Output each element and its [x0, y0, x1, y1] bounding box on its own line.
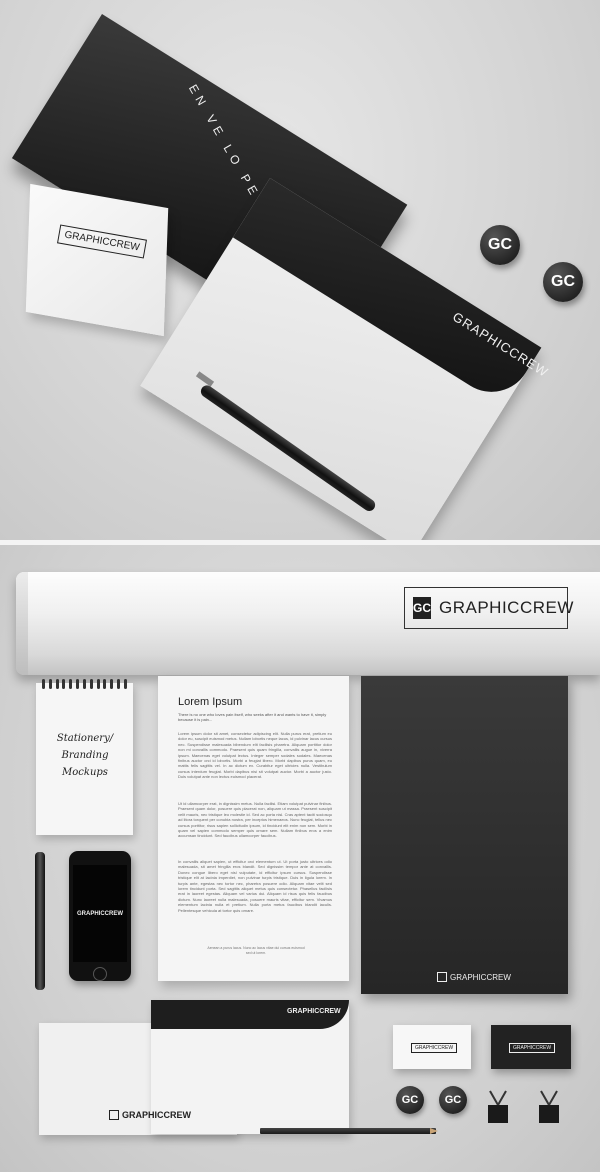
letter-paragraph: In convallis aliquet sapien, ut efficitu…: [178, 859, 332, 913]
phone-home-button: [93, 967, 107, 981]
presentation-folder: [361, 676, 568, 994]
pen: [35, 852, 45, 990]
gc-logo-mark: GC: [413, 597, 431, 619]
badge-pin: GC: [543, 262, 583, 302]
badge-pin: GC: [480, 225, 520, 265]
binder-clip: [488, 1090, 508, 1123]
tube-logo: GC GRAPHICCREW: [404, 587, 573, 629]
letter-paragraph: Lorem ipsum dolor sit amet, consectetur …: [178, 731, 332, 780]
badge-mark: GC: [401, 1094, 419, 1106]
letter-paragraph: Ut id ullamcorper erat, in dignissim met…: [178, 801, 332, 839]
letterhead-brand-text: GRAPHICCREW: [122, 1110, 191, 1120]
folder-brand-text: GRAPHICCREW: [450, 972, 511, 982]
gc-logo-mark: [437, 972, 447, 982]
letterhead-logo: GRAPHICCREW: [109, 1110, 191, 1120]
card-white-logo: GRAPHICCREW: [411, 1043, 458, 1053]
envelope-flap-brand: GRAPHICCREW: [287, 1008, 341, 1015]
folder-logo: GRAPHICCREW: [437, 972, 511, 982]
pencil: [260, 1128, 436, 1134]
top-mockup-scene: EN VE LO PE GRAPHICCREW GRAPHICCREW GC G…: [0, 0, 600, 540]
binder-clip: [539, 1090, 559, 1123]
letter-title: Lorem Ipsum: [178, 696, 243, 708]
letter-footer: Aenean a purus lacus. Nunc ac lacus vita…: [207, 946, 305, 955]
gc-logo-mark: [109, 1110, 119, 1120]
card-black-logo: GRAPHICCREW: [509, 1043, 556, 1053]
bottom-mockup-scene: GC GRAPHICCREW Stationery/ Branding Mock…: [0, 545, 600, 1172]
notepad-spiral: [42, 679, 127, 689]
business-card: [25, 183, 169, 337]
badge-mark: GC: [551, 273, 575, 290]
badge-pin: GC: [396, 1086, 424, 1114]
poster-tube-cap: [16, 572, 28, 675]
badge-pin: GC: [439, 1086, 467, 1114]
letter-subtitle: There is no one who loves pain itself, w…: [178, 712, 327, 722]
badge-mark: GC: [444, 1094, 462, 1106]
badge-mark: GC: [488, 236, 512, 253]
notepad-handwriting: Stationery/ Branding Mockups: [56, 733, 114, 778]
phone-brand-text: GRAPHICCREW: [77, 911, 123, 917]
tube-brand-text: GRAPHICCREW: [439, 598, 574, 617]
